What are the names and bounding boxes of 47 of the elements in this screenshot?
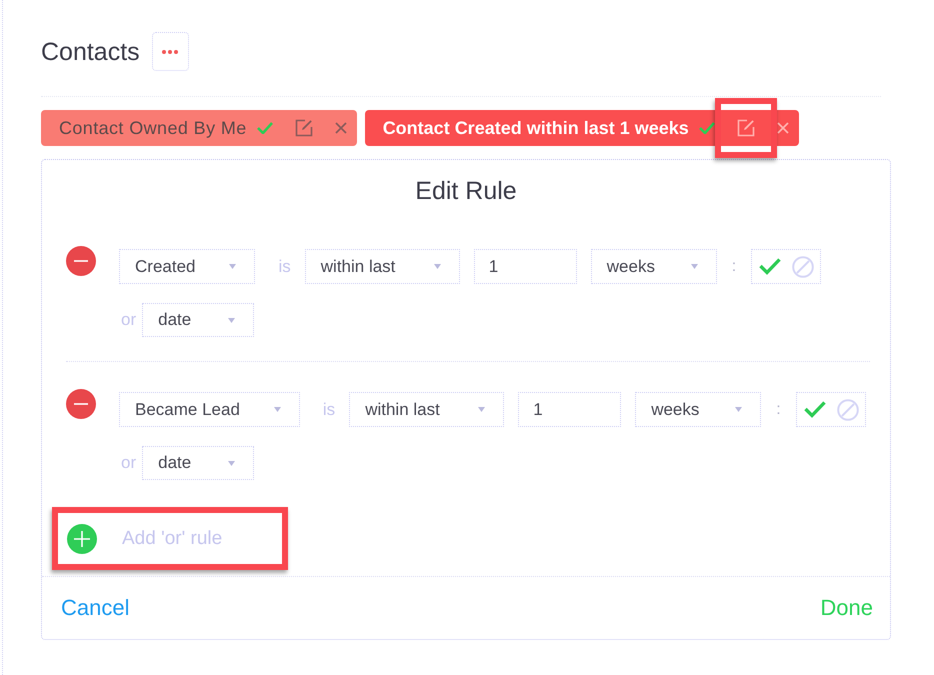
- alt-field-select[interactable]: date: [142, 303, 254, 337]
- remove-rule-button[interactable]: [66, 389, 96, 419]
- value-input[interactable]: 1: [518, 392, 622, 427]
- caret-icon: [229, 264, 236, 269]
- check-icon[interactable]: [804, 401, 826, 418]
- caret-icon: [434, 264, 441, 269]
- or-label: or: [120, 453, 136, 473]
- caret-icon: [735, 407, 742, 412]
- minus-circle-icon: [66, 389, 96, 419]
- edit-button[interactable]: [294, 119, 313, 137]
- prohibited-icon[interactable]: [792, 256, 814, 278]
- minus-circle-icon: [66, 246, 96, 276]
- value-input[interactable]: 1: [474, 249, 577, 284]
- operator-label: is: [277, 256, 291, 276]
- caret-icon: [228, 318, 236, 322]
- field-select[interactable]: Became Lead: [119, 392, 300, 427]
- operator-select[interactable]: within last: [304, 249, 460, 284]
- edit-icon: [294, 119, 313, 137]
- check-icon: [256, 122, 273, 134]
- alt-field-select[interactable]: date: [142, 446, 254, 480]
- or-label: or: [120, 310, 136, 330]
- close-icon: [334, 122, 347, 134]
- separator-label: :: [775, 400, 782, 418]
- check-icon: [698, 122, 715, 134]
- separator-label: :: [730, 258, 738, 276]
- unit-select[interactable]: weeks: [590, 249, 717, 284]
- edit-icon: [736, 119, 755, 137]
- edit-button[interactable]: [736, 119, 755, 137]
- field-select[interactable]: Created: [119, 249, 256, 284]
- prohibited-icon[interactable]: [836, 398, 859, 420]
- close-icon: [776, 122, 789, 134]
- caret-icon: [274, 407, 281, 412]
- plus-circle-icon: [67, 524, 97, 554]
- panel-title: Edit Rule: [415, 177, 517, 205]
- close-button[interactable]: [776, 122, 789, 134]
- operator-select[interactable]: within last: [349, 392, 504, 427]
- caret-icon: [478, 407, 486, 412]
- page-title: Contacts: [41, 36, 140, 66]
- caret-icon: [228, 460, 236, 466]
- caret-icon: [690, 264, 698, 269]
- operator-label: is: [322, 400, 336, 420]
- more-button[interactable]: [152, 32, 189, 71]
- more-icon: [162, 50, 178, 54]
- close-button[interactable]: [334, 122, 347, 134]
- check-icon[interactable]: [759, 258, 782, 275]
- unit-select[interactable]: weeks: [635, 392, 762, 427]
- remove-rule-button[interactable]: [66, 246, 96, 276]
